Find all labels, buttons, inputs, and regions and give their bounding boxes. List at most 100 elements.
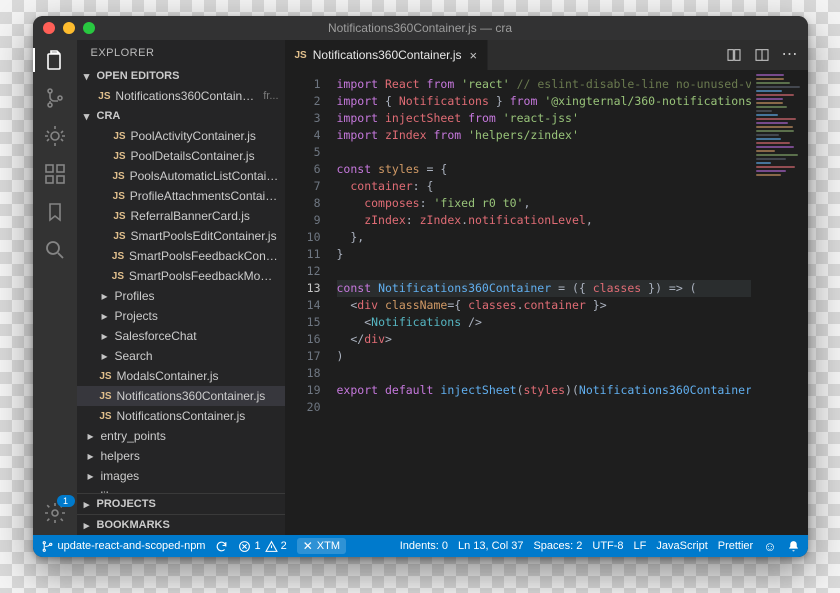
close-window-icon[interactable] — [43, 22, 55, 34]
projects-header[interactable]: ▸ PROJECTS — [77, 493, 285, 514]
js-file-icon: JS — [111, 251, 125, 262]
open-editors-list: JS Notifications360Container.js fr... — [77, 86, 285, 106]
close-tab-icon[interactable]: × — [470, 48, 478, 63]
chevron-right-icon: ▸ — [85, 469, 97, 483]
error-count: 1 — [254, 540, 260, 552]
tree-item-label: Notifications360Container.js — [117, 389, 266, 403]
tree-item-label: PoolsAutomaticListContain... — [130, 169, 279, 183]
file-item[interactable]: JSProfileAttachmentsContain... — [77, 186, 285, 206]
search-icon[interactable] — [43, 238, 67, 262]
open-editor-label: Notifications360Container.js — [115, 89, 255, 103]
problems[interactable]: 1 2 — [238, 540, 286, 553]
cursor-position[interactable]: Ln 13, Col 37 — [458, 540, 523, 552]
indents[interactable]: Indents: 0 — [400, 540, 448, 552]
folder-item[interactable]: ▸ helpers — [77, 446, 285, 466]
file-item[interactable]: JSPoolActivityContainer.js — [77, 126, 285, 146]
editor-pane: JS Notifications360Container.js × ⋯ 1234… — [285, 40, 808, 535]
folder-item[interactable]: ▸Search — [77, 346, 285, 366]
workspace-label: CRA — [97, 110, 121, 122]
extensions-icon[interactable] — [43, 162, 67, 186]
js-file-icon: JS — [97, 91, 111, 102]
xtm-badge[interactable]: ✕XTM — [297, 538, 346, 554]
open-editors-header[interactable]: ▾ OPEN EDITORS — [77, 66, 285, 86]
debug-icon[interactable] — [43, 124, 67, 148]
open-editor-item[interactable]: JS Notifications360Container.js fr... — [77, 86, 285, 106]
eol[interactable]: LF — [634, 540, 647, 552]
encoding[interactable]: UTF-8 — [592, 540, 623, 552]
split-editor-icon[interactable] — [754, 47, 770, 63]
file-item[interactable]: JS PoolDetailsContainer.js — [77, 146, 285, 166]
js-file-icon: JS — [99, 391, 113, 402]
chevron-right-icon: ▸ — [81, 519, 93, 532]
language-mode[interactable]: JavaScript — [656, 540, 707, 552]
folder-item[interactable]: ▸ Profiles — [77, 286, 285, 306]
js-file-icon: JS — [99, 411, 113, 422]
settings-badge: 1 — [57, 495, 75, 507]
js-file-icon: JS — [112, 191, 126, 202]
tree-item-label: NotificationsContainer.js — [117, 409, 246, 423]
titlebar[interactable]: Notifications360Container.js — cra — [33, 16, 808, 40]
folder-item[interactable]: ▸lib — [77, 486, 285, 493]
indent-size[interactable]: Spaces: 2 — [533, 540, 582, 552]
tree-item-label: Search — [115, 349, 153, 363]
tree-item-label: PoolDetailsContainer.js — [131, 149, 255, 163]
git-branch[interactable]: update-react-and-scoped-npm — [41, 540, 206, 553]
editor-actions: ⋯ — [716, 40, 808, 70]
line-number-gutter: 1234567891011121314151617181920 — [285, 70, 331, 535]
more-actions-icon[interactable]: ⋯ — [782, 47, 798, 63]
open-editors-label: OPEN EDITORS — [97, 70, 180, 82]
notifications-bell-icon[interactable] — [787, 540, 800, 553]
feedback-icon[interactable]: ☺ — [763, 539, 776, 554]
chevron-right-icon: ▸ — [99, 289, 111, 303]
chevron-down-icon: ▾ — [81, 70, 93, 83]
explorer-icon[interactable] — [43, 48, 67, 72]
file-item[interactable]: JS Notifications360Container.js — [77, 386, 285, 406]
tab-bar: JS Notifications360Container.js × ⋯ — [285, 40, 808, 70]
tab-active[interactable]: JS Notifications360Container.js × — [285, 40, 489, 70]
chevron-right-icon: ▸ — [85, 449, 97, 463]
js-file-icon: JS — [112, 171, 126, 182]
file-item[interactable]: JSModalsContainer.js — [77, 366, 285, 386]
file-item[interactable]: JSReferralBannerCard.js — [77, 206, 285, 226]
file-item[interactable]: JSSmartPoolsFeedbackModal... — [77, 266, 285, 286]
tree-item-label: SmartPoolsFeedbackConta... — [129, 249, 278, 263]
bookmarks-header[interactable]: ▸ BOOKMARKS — [77, 514, 285, 535]
source-control-icon[interactable] — [43, 86, 67, 110]
prettier-status[interactable]: Prettier — [718, 540, 753, 552]
minimap[interactable] — [751, 70, 808, 535]
sidebar: EXPLORER ▾ OPEN EDITORS JS Notifications… — [77, 40, 285, 535]
minimize-window-icon[interactable] — [63, 22, 75, 34]
js-file-icon: JS — [113, 131, 127, 142]
tree-item-label: Profiles — [115, 289, 155, 303]
zoom-window-icon[interactable] — [83, 22, 95, 34]
file-item[interactable]: JS SmartPoolsFeedbackConta... — [77, 246, 285, 266]
tree-item-label: SalesforceChat — [115, 329, 197, 343]
sync-icon[interactable] — [215, 540, 228, 553]
tree-item-label: images — [101, 469, 140, 483]
branch-name: update-react-and-scoped-npm — [58, 540, 206, 552]
editor[interactable]: 1234567891011121314151617181920 import R… — [285, 70, 808, 535]
folder-item[interactable]: ▸entry_points — [77, 426, 285, 446]
window-title: Notifications360Container.js — cra — [33, 21, 808, 35]
chevron-right-icon: ▸ — [99, 329, 111, 343]
file-item[interactable]: JS PoolsAutomaticListContain... — [77, 166, 285, 186]
bookmarks-icon[interactable] — [43, 200, 67, 224]
js-file-icon: JS — [99, 371, 113, 382]
js-file-icon: JS — [113, 211, 127, 222]
folder-item[interactable]: ▸Projects — [77, 306, 285, 326]
code-area[interactable]: import React from 'react' // eslint-disa… — [331, 70, 751, 535]
tree-item-label: helpers — [101, 449, 140, 463]
file-item[interactable]: JSSmartPoolsEditContainer.js — [77, 226, 285, 246]
chevron-right-icon: ▸ — [99, 309, 111, 323]
folder-item[interactable]: ▸ SalesforceChat — [77, 326, 285, 346]
warning-count: 2 — [281, 540, 287, 552]
js-file-icon: JS — [113, 151, 127, 162]
compare-icon[interactable] — [726, 47, 742, 63]
file-item[interactable]: JS NotificationsContainer.js — [77, 406, 285, 426]
sidebar-title: EXPLORER — [77, 40, 285, 66]
folder-item[interactable]: ▸ images — [77, 466, 285, 486]
tree-item-label: SmartPoolsFeedbackModal... — [129, 269, 279, 283]
workspace-header[interactable]: ▾ CRA — [77, 106, 285, 126]
vscode-window: Notifications360Container.js — cra — [33, 16, 808, 557]
chevron-down-icon: ▾ — [81, 110, 93, 123]
